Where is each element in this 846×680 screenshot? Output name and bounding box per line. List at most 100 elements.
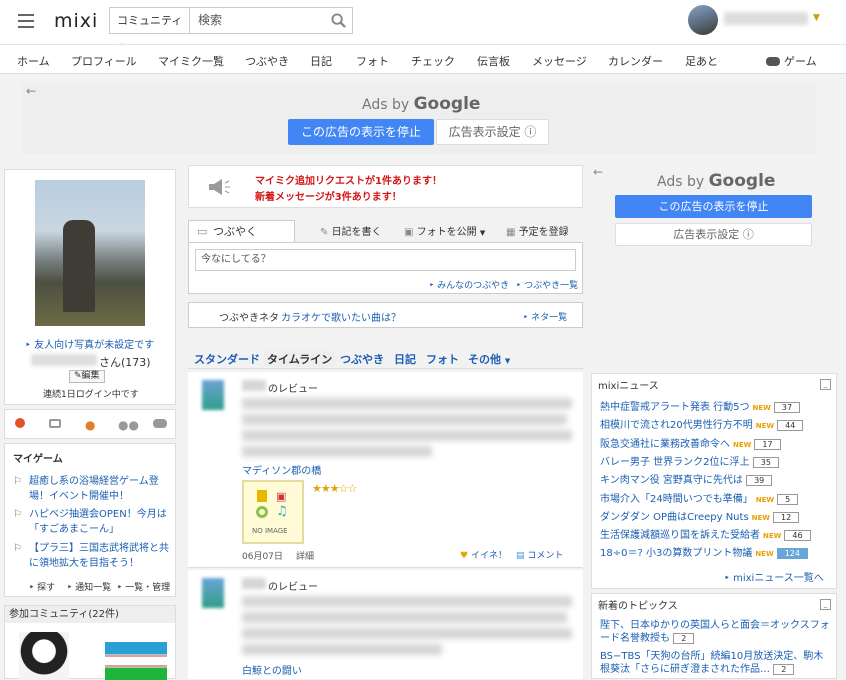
tab-photo[interactable]: フォト	[426, 351, 459, 367]
publish-photo-button[interactable]: ▣ フォトを公開 ▼	[404, 223, 485, 238]
mygame-manage-link[interactable]: ‣ 一覧・管理	[117, 580, 170, 593]
tab-tsubuyaku[interactable]: ▭ つぶやく	[188, 220, 295, 244]
profile-edit-button[interactable]: ✎編集	[69, 370, 105, 383]
nav-check[interactable]: チェック	[411, 53, 455, 69]
tab-timeline[interactable]: タイムライン	[264, 351, 336, 367]
news-item[interactable]: 阪急交通社に業務改善命令へ NEW 17	[600, 435, 781, 450]
nav-calendar[interactable]: カレンダー	[608, 53, 663, 69]
profile-photo[interactable]	[35, 180, 145, 326]
minimize-button[interactable]: _	[820, 599, 831, 610]
friend-name[interactable]	[242, 578, 266, 589]
comment-count[interactable]: 5	[777, 493, 799, 505]
tab-tsubuyaki[interactable]: つぶやき	[340, 351, 384, 367]
chevron-down-icon[interactable]: ▼	[813, 13, 820, 23]
tsubuyaki-input[interactable]: 今なにしてる？	[195, 249, 576, 271]
mygame-item[interactable]: ⚐ ハピベジ抽選会OPEN！今月は「すごあまこーん」	[13, 507, 169, 537]
review-title-link[interactable]: 白鯨との闘い	[242, 662, 302, 677]
message-icon[interactable]	[49, 419, 61, 428]
game-icon[interactable]	[153, 419, 167, 428]
feed-item: のレビュー 白鯨との闘い	[188, 570, 583, 679]
new-badge: NEW	[763, 532, 782, 541]
comment-count[interactable]: 37	[773, 402, 801, 413]
news-item[interactable]: 生活保護減額巡り国を訴えた受給者 NEW 46	[600, 526, 811, 542]
news-item[interactable]: 相模川で流され20代男性行方不明 NEW 44	[600, 416, 804, 432]
no-image-thumb[interactable]: ▣ ♫ NO IMAGE	[242, 480, 304, 544]
comment-count[interactable]: 12	[773, 511, 800, 523]
tsubuyaki-list-link[interactable]: ‣ つぶやき一覧	[516, 278, 578, 291]
ad-settings-button[interactable]: 広告表示設定 ⓘ	[436, 119, 549, 145]
nav-footprints[interactable]: 足あと	[685, 53, 718, 69]
mixi-logo[interactable]: mixi	[54, 10, 98, 32]
news-item[interactable]: キン肉マン役 宮野真守に先代は 39	[600, 471, 773, 487]
new-message-alert[interactable]: 新着メッセージが3件あります！	[255, 188, 402, 203]
nav-messages[interactable]: メッセージ	[532, 53, 587, 69]
friends-icon[interactable]: ●●	[118, 418, 139, 432]
user-name[interactable]	[724, 12, 808, 25]
comment-count[interactable]: 44	[777, 420, 804, 432]
comment-count[interactable]: 39	[746, 475, 773, 487]
news-item[interactable]: 18÷0＝? 小3の算数プリント物議 NEW 124	[600, 544, 808, 560]
add-schedule-button[interactable]: ▦ 予定を登録	[506, 223, 569, 238]
write-diary-button[interactable]: ✎ 日記を書く	[320, 223, 382, 238]
notification-icon[interactable]	[15, 418, 25, 428]
nav-game[interactable]: ゲーム	[766, 53, 817, 69]
neta-list-link[interactable]: ‣ ネタ一覧	[523, 310, 567, 323]
news-item[interactable]: 熱中症警戒アラート発表 行動5つ NEW 37	[600, 398, 801, 413]
topic-item[interactable]: 陛下、日本ゆかりの英国人らと面会＝オックスフォード名誉教授も 2	[600, 619, 832, 645]
mygame-notify-link[interactable]: ‣ 通知一覧	[67, 580, 111, 593]
search-category-select[interactable]: コミュニティ▼	[110, 8, 190, 51]
ad-settings-button[interactable]: 広告表示設定 ⓘ	[615, 223, 812, 246]
neta-topic-link[interactable]: カラオケで歌いたい曲は？	[281, 309, 401, 324]
top-ad: ← Ads by Google この広告の表示を停止 広告表示設定 ⓘ	[22, 84, 816, 154]
minimize-button[interactable]: _	[820, 379, 831, 390]
nav-photo[interactable]: フォト	[356, 53, 389, 69]
friend-avatar[interactable]	[202, 578, 224, 608]
tsubuyaki-panel: 今なにしてる？ ‣ みんなのつぶやき ‣ つぶやき一覧	[188, 242, 583, 294]
comment-count[interactable]: 35	[752, 456, 779, 468]
tab-standard[interactable]: スタンダード	[194, 351, 260, 367]
photo-notice-link[interactable]: ‣ 友人向け写真が未設定です	[25, 336, 154, 351]
detail-link[interactable]: 詳細	[296, 549, 314, 562]
like-button[interactable]: ♥ イイネ！	[460, 548, 507, 561]
mygame-item[interactable]: ⚐ 【プラ三】三国志武将武将と共に領地拡大を目指そう！	[13, 541, 169, 571]
ad-stop-button[interactable]: この広告の表示を停止	[288, 119, 434, 145]
quick-icon-row: ● ●●	[4, 409, 176, 439]
friend-name[interactable]	[242, 380, 266, 391]
user-avatar[interactable]	[688, 5, 718, 35]
comment-count[interactable]: 17	[754, 438, 781, 450]
ad-stop-button[interactable]: この広告の表示を停止	[615, 195, 812, 218]
news-item[interactable]: バレー男子 世界ランク2位に浮上 35	[600, 453, 779, 468]
nav-profile[interactable]: プロフィール	[71, 53, 137, 69]
community-thumb[interactable]	[105, 642, 167, 680]
nav-tsubuyaki[interactable]: つぶやき	[245, 53, 289, 69]
friend-request-alert[interactable]: マイミク追加リクエストが1件あります！	[255, 172, 442, 187]
nav-diary[interactable]: 日記	[310, 53, 332, 69]
hamburger-icon[interactable]	[18, 14, 34, 28]
topic-item[interactable]: BS−TBS「天狗の台所」続編10月放送決定、駒木根葵汰「さらに研ぎ澄まされた作…	[600, 650, 832, 678]
news-more-link[interactable]: ‣ mixiニュース一覧へ	[724, 569, 824, 584]
news-item[interactable]: ダンダダン OP曲はCreepy Nuts NEW 12	[600, 508, 800, 523]
back-arrow-icon[interactable]: ←	[26, 84, 36, 98]
new-badge: NEW	[755, 550, 774, 559]
comment-count[interactable]: 124	[776, 548, 808, 560]
friend-avatar[interactable]	[202, 380, 224, 410]
review-title-link[interactable]: マディソン郡の橋	[242, 462, 321, 477]
tab-other[interactable]: その他 ▼	[468, 351, 510, 367]
community-thumb[interactable]	[19, 632, 69, 680]
mygame-search-link[interactable]: ‣ 探す	[29, 580, 55, 593]
paw-icon[interactable]: ●	[85, 418, 95, 432]
nav-home[interactable]: ホーム	[17, 53, 50, 69]
back-arrow-icon[interactable]: ←	[593, 165, 603, 179]
search-icon[interactable]	[331, 13, 346, 28]
tab-diary[interactable]: 日記	[394, 351, 416, 367]
nav-friends[interactable]: マイミク一覧	[158, 53, 224, 69]
mygame-item[interactable]: ⚐ 超癒し系の浴場経営ゲーム登場！イベント開催中！	[13, 474, 169, 504]
search-input[interactable]: 検索	[198, 8, 222, 33]
all-tsubuyaki-link[interactable]: ‣ みんなのつぶやき	[429, 278, 509, 291]
news-item[interactable]: 市場介入「24時間いつでも準備」 NEW 5	[600, 490, 799, 505]
ads-by-google: Ads by Google	[657, 171, 776, 191]
comment-count[interactable]: 46	[784, 530, 811, 542]
comment-button[interactable]: ▤ コメント	[516, 548, 563, 561]
nav-message-board[interactable]: 伝言板	[477, 53, 510, 69]
community-title: 参加コミュニティ(22件)	[5, 606, 175, 623]
